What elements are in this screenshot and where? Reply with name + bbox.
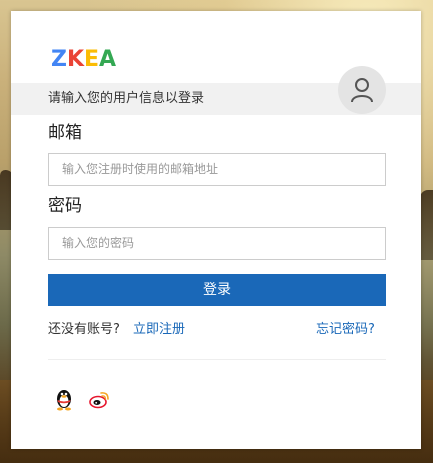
no-account-text: 还没有账号? bbox=[48, 322, 120, 337]
logo-letter-a: A bbox=[99, 47, 117, 72]
email-placeholder: 输入您注册时使用的邮箱地址 bbox=[62, 162, 219, 176]
user-icon bbox=[351, 78, 373, 103]
email-label: 邮箱 bbox=[48, 123, 82, 143]
password-placeholder: 输入您的密码 bbox=[62, 236, 135, 250]
password-label: 密码 bbox=[48, 196, 82, 216]
register-link[interactable]: 立即注册 bbox=[133, 322, 185, 338]
divider bbox=[48, 359, 386, 360]
logo-letter-z: Z bbox=[51, 47, 67, 72]
login-button[interactable]: 登录 bbox=[48, 274, 386, 306]
qq-penguin-icon[interactable] bbox=[54, 387, 74, 411]
email-field[interactable]: 输入您注册时使用的邮箱地址 bbox=[48, 153, 386, 186]
avatar bbox=[338, 66, 386, 114]
login-card: ZKEA 请输入您的用户信息以登录 邮箱 输入您注册时使用的邮箱地址 密码 输入… bbox=[11, 11, 421, 449]
logo-letter-e: E bbox=[84, 47, 100, 72]
weibo-icon[interactable] bbox=[89, 389, 111, 409]
logo-letter-k: K bbox=[66, 47, 85, 72]
password-field[interactable]: 输入您的密码 bbox=[48, 227, 386, 260]
background-tree-right bbox=[420, 190, 433, 260]
login-hint: 请输入您的用户信息以登录 bbox=[48, 91, 205, 106]
forgot-password-link[interactable]: 忘记密码? bbox=[316, 322, 375, 338]
zkea-logo: ZKEA bbox=[51, 47, 116, 73]
